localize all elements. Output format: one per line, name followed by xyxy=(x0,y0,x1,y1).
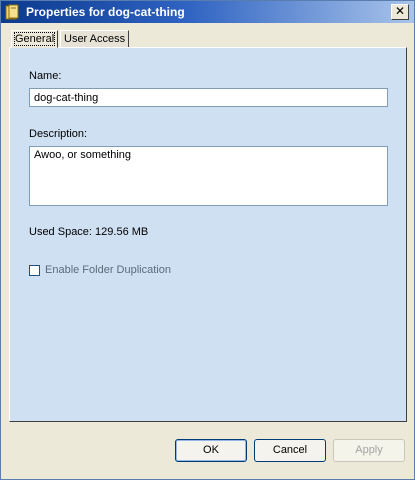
description-label: Description: xyxy=(29,128,88,140)
title-bar[interactable]: Properties for dog-cat-thing ✕ xyxy=(1,1,414,23)
name-label: Name: xyxy=(29,70,62,82)
general-tab-panel: Name: Description: Awoo, or something Us… xyxy=(9,47,407,422)
apply-button[interactable]: Apply xyxy=(333,439,405,462)
folder-icon xyxy=(5,4,19,20)
tab-user-access-label: User Access xyxy=(64,33,126,45)
name-input[interactable] xyxy=(29,88,388,107)
ok-button[interactable]: OK xyxy=(175,439,247,462)
folder-duplication-label[interactable]: Enable Folder Duplication xyxy=(45,264,171,276)
tab-general[interactable]: General xyxy=(11,30,59,48)
folder-duplication-checkbox[interactable] xyxy=(29,265,40,276)
tab-general-label: General xyxy=(13,32,56,46)
description-textarea[interactable]: Awoo, or something xyxy=(29,146,388,206)
close-icon: ✕ xyxy=(394,4,406,18)
cancel-button[interactable]: Cancel xyxy=(254,439,326,462)
tab-user-access[interactable]: User Access xyxy=(60,30,130,47)
properties-dialog: Properties for dog-cat-thing ✕ General U… xyxy=(0,0,415,480)
close-button[interactable]: ✕ xyxy=(391,4,409,20)
dialog-title: Properties for dog-cat-thing xyxy=(26,5,185,19)
used-space-text: Used Space: 129.56 MB xyxy=(29,226,149,238)
